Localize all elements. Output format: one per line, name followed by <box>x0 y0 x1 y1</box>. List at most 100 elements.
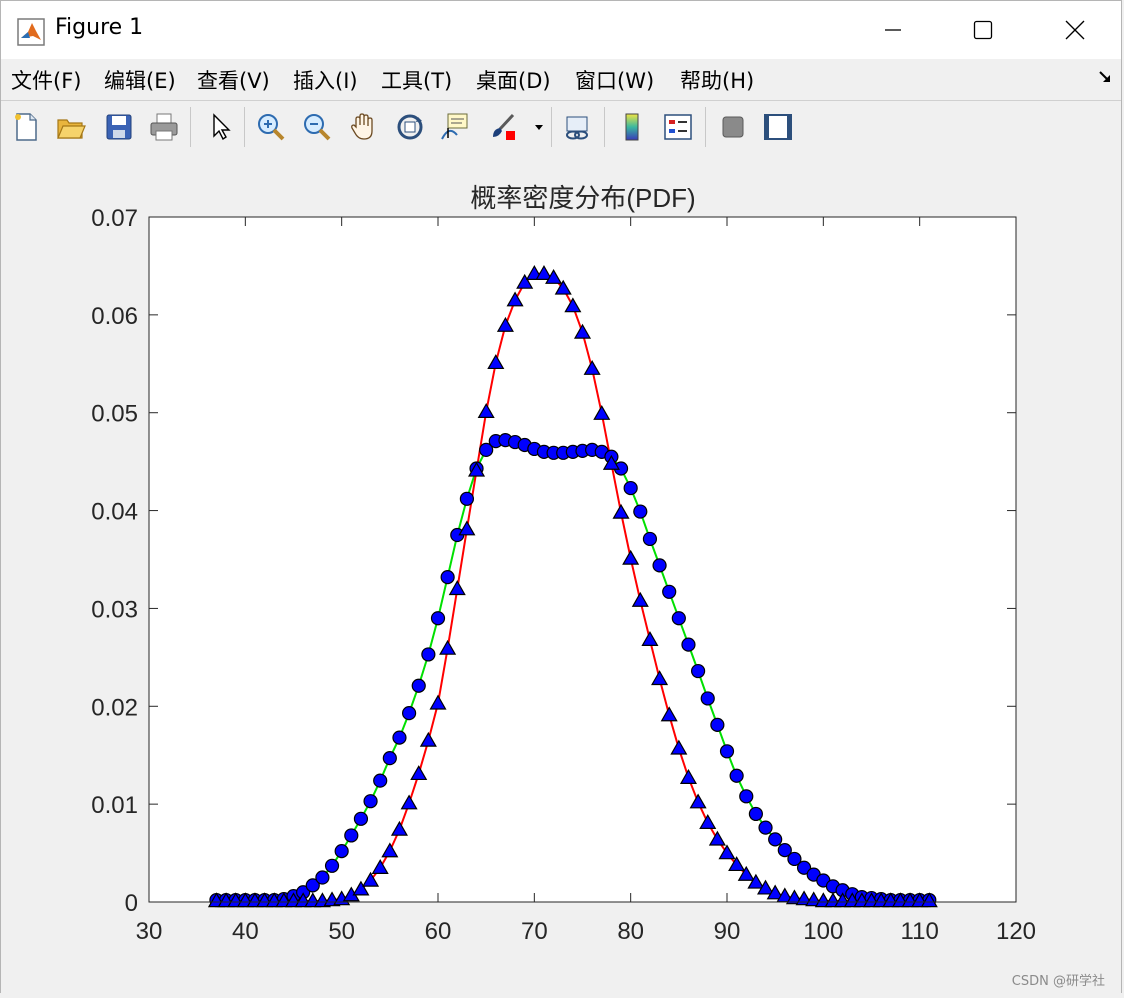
circle-marker <box>402 706 417 721</box>
circle-marker <box>681 637 696 652</box>
link-plot-button[interactable] <box>559 109 595 145</box>
dock-figure-icon[interactable] <box>1097 69 1113 85</box>
pointer-icon <box>213 113 231 141</box>
edit-plot-button[interactable] <box>202 109 238 145</box>
toolbar-separator <box>551 107 552 147</box>
rotate-3d-button[interactable] <box>392 109 428 145</box>
chart-title: 概率密度分布(PDF) <box>470 183 695 213</box>
x-tick-label: 110 <box>901 918 939 945</box>
y-tick-label: 0.06 <box>91 303 138 330</box>
brush-button[interactable] <box>485 109 521 145</box>
menu-edit[interactable]: 编辑(E) <box>104 65 176 95</box>
pan-hand-icon <box>351 113 373 140</box>
toolbar-separator <box>705 107 706 147</box>
open-file-button[interactable] <box>53 109 89 145</box>
menu-bar: 文件(F) 编辑(E) 查看(V) 插入(I) 工具(T) 桌面(D) 窗口(W… <box>1 59 1121 99</box>
title-bar[interactable]: Figure 1 <box>1 1 1121 59</box>
figure-canvas[interactable]: 概率密度分布(PDF) 30 40 50 60 70 80 90 100 110 120 0 0.01… <box>1 154 1121 994</box>
x-tick-label: 70 <box>521 918 548 945</box>
matlab-logo-icon <box>17 18 45 46</box>
zoom-out-icon <box>304 114 331 141</box>
pdf-chart[interactable]: 概率密度分布(PDF) 30 40 50 60 70 80 90 100 110 120 0 0.01… <box>1 154 1123 994</box>
y-tick-label: 0.05 <box>91 401 138 428</box>
circle-marker <box>382 751 397 766</box>
menu-insert[interactable]: 插入(I) <box>293 65 358 95</box>
legend-button[interactable] <box>660 109 696 145</box>
watermark-text: CSDN @研学社 <box>1011 974 1105 989</box>
y-tick-label: 0.03 <box>91 596 138 623</box>
circle-marker <box>324 858 340 873</box>
menu-file[interactable]: 文件(F) <box>11 65 81 95</box>
zoom-in-button[interactable] <box>253 109 289 145</box>
close-icon <box>1065 20 1085 40</box>
print-icon <box>150 113 178 141</box>
maximize-button[interactable] <box>937 1 1029 59</box>
x-tick-label: 120 <box>996 918 1036 945</box>
minimize-icon <box>885 29 901 31</box>
legend-icon <box>664 114 692 140</box>
show-plot-tools-button[interactable] <box>760 109 796 145</box>
close-button[interactable] <box>1029 1 1121 59</box>
save-button[interactable] <box>101 109 137 145</box>
y-tick-label: 0.02 <box>91 694 138 721</box>
hide-plot-tools-button[interactable] <box>715 109 751 145</box>
circle-marker <box>662 584 677 599</box>
x-tick-label: 50 <box>328 918 355 945</box>
circle-marker <box>440 570 455 585</box>
toolbar-separator <box>190 107 191 147</box>
open-folder-icon <box>57 119 86 139</box>
menu-desktop[interactable]: 桌面(D) <box>476 65 551 95</box>
figure-toolbar <box>1 100 1121 155</box>
circle-marker <box>373 773 388 788</box>
data-cursor-button[interactable] <box>437 109 473 145</box>
x-tick-label: 30 <box>136 918 163 945</box>
hide-plot-tools-icon <box>722 116 744 138</box>
menu-view[interactable]: 查看(V) <box>197 65 270 95</box>
menu-window[interactable]: 窗口(W) <box>575 65 654 95</box>
menu-help[interactable]: 帮助(H) <box>680 65 754 95</box>
circle-marker <box>690 663 706 679</box>
x-tick-label: 100 <box>803 918 843 945</box>
circle-marker <box>459 491 474 506</box>
rotate-3d-icon <box>397 114 423 140</box>
data-cursor-icon <box>441 113 468 140</box>
new-file-icon <box>15 113 37 141</box>
show-plot-tools-icon <box>764 114 792 140</box>
new-figure-button[interactable] <box>8 109 44 145</box>
zoom-in-icon <box>258 114 285 141</box>
circle-marker <box>739 789 754 804</box>
maximize-icon <box>973 20 993 40</box>
circle-marker <box>315 870 330 885</box>
circle-marker <box>700 691 715 706</box>
circle-marker <box>719 744 735 759</box>
circle-marker <box>671 611 686 626</box>
chevron-down-icon[interactable] <box>533 121 545 133</box>
x-tick-label: 90 <box>714 918 741 945</box>
minimize-button[interactable] <box>847 1 939 59</box>
circle-marker <box>334 844 349 859</box>
circle-marker <box>353 811 369 826</box>
circle-marker <box>642 531 658 547</box>
y-tick-label: 0.04 <box>91 499 138 526</box>
circle-marker <box>421 647 436 662</box>
circle-marker <box>748 806 764 822</box>
x-tick-label: 60 <box>425 918 452 945</box>
circle-marker <box>344 828 359 843</box>
toolbar-separator <box>244 107 245 147</box>
colorbar-icon <box>625 113 639 141</box>
circle-marker <box>729 768 744 783</box>
menu-tools[interactable]: 工具(T) <box>381 65 452 95</box>
print-button[interactable] <box>146 109 182 145</box>
save-icon <box>106 114 132 140</box>
pan-button[interactable] <box>346 109 382 145</box>
circle-marker <box>363 794 378 809</box>
brush-icon <box>493 113 515 140</box>
colorbar-button[interactable] <box>614 109 650 145</box>
zoom-out-button[interactable] <box>299 109 335 145</box>
figure-window: Figure 1 文件(F) 编辑(E) 查看(V) 插入(I) 工具(T) 桌… <box>0 0 1122 994</box>
plot-area[interactable] <box>149 217 1016 902</box>
y-tick-label: 0.01 <box>91 792 138 819</box>
circle-marker <box>392 730 407 745</box>
circle-marker <box>758 820 773 835</box>
x-tick-label: 40 <box>232 918 259 945</box>
